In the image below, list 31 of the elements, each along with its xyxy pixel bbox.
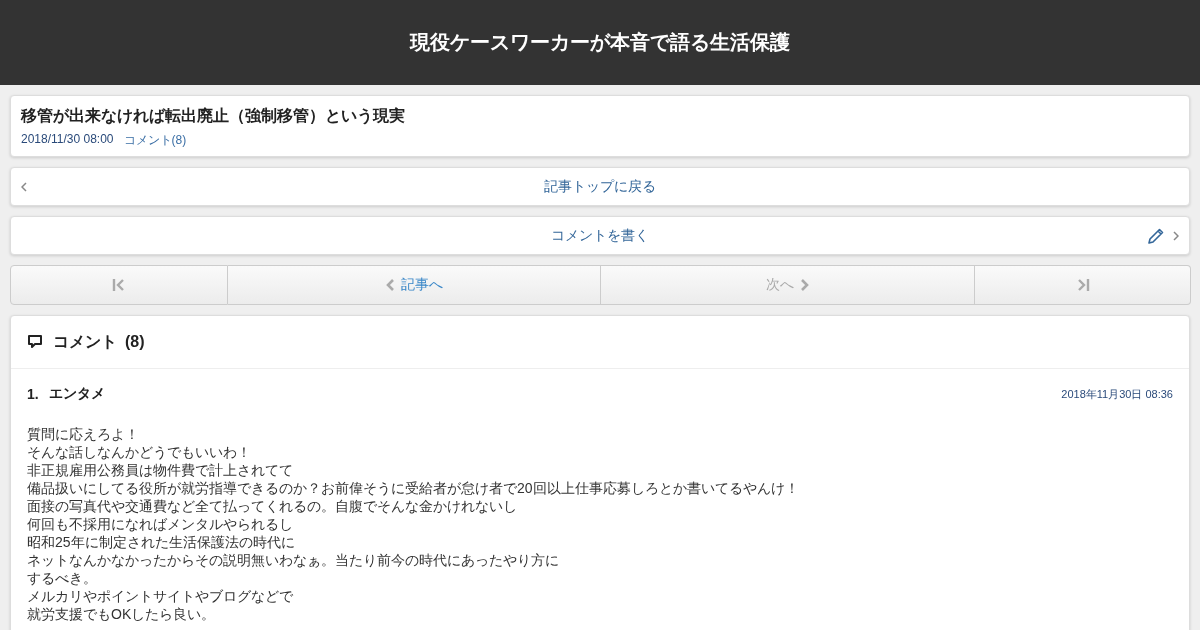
write-comment-link[interactable]: コメントを書く — [10, 216, 1190, 255]
article-title: 移管が出来なければ転出廃止（強制移管）という現実 — [21, 106, 406, 127]
chevron-left-icon — [385, 278, 395, 292]
skip-last-icon — [1075, 278, 1090, 292]
chevron-right-icon — [1173, 230, 1179, 241]
comment-text-line: 備品扱いにしてる役所が就労指導できるのか？お前偉そうに受給者が怠け者で20回以上仕事応募しろとか書いてるやんけ！ — [27, 479, 800, 497]
comment-date: 2018年11月30日 08:36 — [1061, 386, 1173, 402]
comment-author: エンタメ — [48, 385, 105, 403]
prev-page-button[interactable]: 記事へ — [228, 265, 601, 305]
comments-link[interactable]: コメント(8) — [123, 132, 187, 149]
pencil-icon — [1147, 226, 1165, 245]
comment-text-line: そんな話しなんかどうでもいいわ！ — [27, 443, 252, 461]
comment-text-line: するべき。 — [27, 569, 98, 587]
comments-heading: コメント — [53, 331, 117, 352]
comment-text-line: 昭和25年に制定された生活保護法の時代に — [27, 533, 296, 551]
comment-text-line: メルカリやポイントサイトやブログなどで — [27, 587, 294, 605]
comment-text-line: ネットなんかなかったからその説明無いわなぁ。当たり前今の時代にあったやり方に — [27, 551, 560, 569]
comment-text-line: 就労支援でもOKしたら良い。 — [27, 605, 217, 623]
skip-first-icon — [112, 278, 126, 292]
chevron-right-icon — [800, 278, 809, 292]
chevron-left-icon — [21, 181, 27, 192]
comment-text-line: 何回も不採用になればメンタルやられるし — [27, 515, 294, 533]
comment-text-line: 質問に応えろよ！ — [27, 425, 140, 443]
comment-text-line: 非正規雇用公務員は物件費で計上されてて — [27, 461, 294, 479]
back-to-article-link[interactable]: 記事トップに戻る — [10, 167, 1190, 206]
speech-bubble-icon — [27, 334, 43, 350]
comments-count: (8) — [125, 333, 145, 351]
site-title[interactable]: 現役ケースワーカーが本音で語る生活保護 — [410, 29, 790, 56]
comment-number: 1. — [27, 386, 39, 402]
article-date: 2018/11/30 08:00 — [21, 132, 114, 148]
comment-text-line: 面接の写真代や交通費など全て払ってくれるの。自腹でそんな金かけれないし — [27, 497, 518, 515]
